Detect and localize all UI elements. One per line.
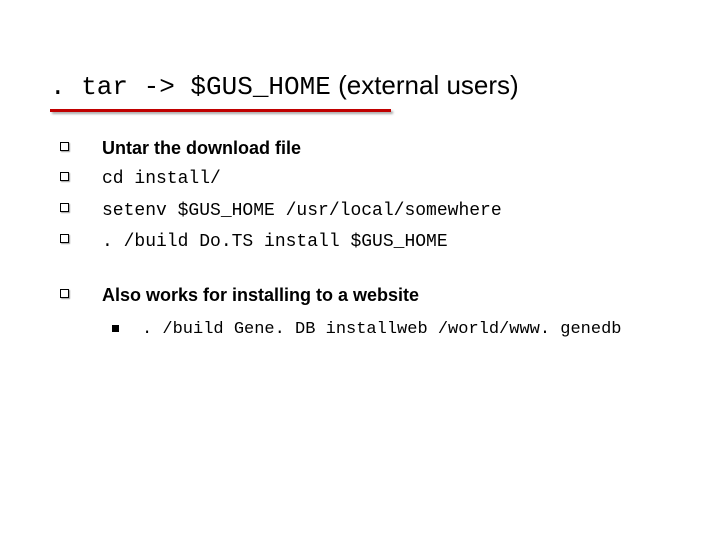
list-item: setenv $GUS_HOME /usr/local/somewhere <box>60 197 670 224</box>
title-rest-part: (external users) <box>331 70 519 100</box>
list-item: . /build Do.TS install $GUS_HOME <box>60 228 670 255</box>
title-underline <box>50 109 391 112</box>
slide-body: Untar the download file cd install/ sete… <box>50 136 670 342</box>
sub-list-item: . /build Gene. DB installweb /world/www.… <box>102 316 670 342</box>
list-item-text: . /build Do.TS install $GUS_HOME <box>102 232 448 252</box>
slide-title: . tar -> $GUS_HOME (external users) <box>50 70 670 103</box>
sub-bullet-list: . /build Gene. DB installweb /world/www.… <box>102 316 670 342</box>
title-mono-part: . tar -> $GUS_HOME <box>50 72 331 102</box>
bullet-list: Untar the download file cd install/ sete… <box>60 136 670 342</box>
slide: . tar -> $GUS_HOME (external users) Unta… <box>0 0 720 540</box>
list-item-text: cd install/ <box>102 169 221 189</box>
list-item-text: Also works for installing to a website <box>102 285 419 305</box>
sub-list-item-text: . /build Gene. DB installweb /world/www.… <box>142 320 621 339</box>
list-item: Also works for installing to a website .… <box>60 283 670 342</box>
list-item-text: setenv $GUS_HOME /usr/local/somewhere <box>102 201 502 221</box>
list-item: Untar the download file <box>60 136 670 161</box>
list-item: cd install/ <box>60 165 670 192</box>
list-item-text: Untar the download file <box>102 138 301 158</box>
